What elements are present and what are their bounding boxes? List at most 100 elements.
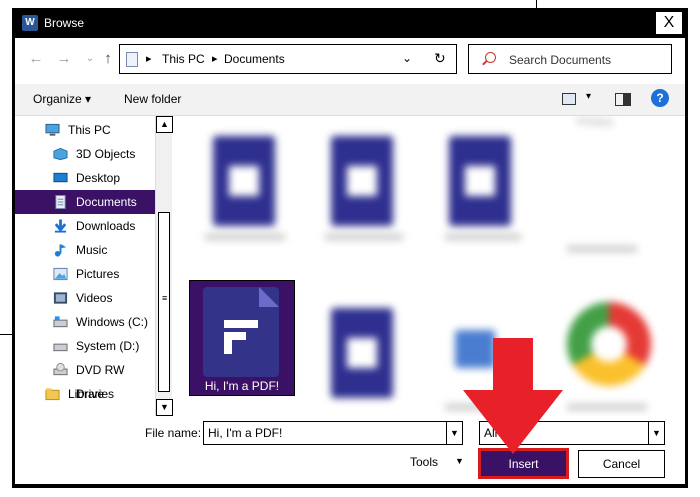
drive-icon <box>53 316 68 328</box>
pdf-file-icon <box>203 287 279 377</box>
dvd-drive-icon <box>53 363 68 376</box>
sidebar-item-pictures[interactable]: Pictures <box>15 262 155 286</box>
chevron-down-icon[interactable]: ▼ <box>648 422 664 444</box>
sidebar-item-videos[interactable]: Videos <box>15 286 155 310</box>
sidebar-item-label: Videos <box>76 291 113 305</box>
insert-button-label: Insert <box>508 457 539 471</box>
chevron-down-icon[interactable]: ▾ <box>586 91 591 102</box>
sidebar-item-downloads[interactable]: Downloads <box>15 214 155 238</box>
file-name-label: File name: <box>145 426 202 440</box>
blurred-label: Privacy <box>577 116 614 128</box>
pictures-icon <box>53 267 68 281</box>
scroll-up-icon[interactable]: ▲ <box>156 116 173 133</box>
recent-locations-icon[interactable]: ⌄ <box>81 50 99 68</box>
sidebar-item-windows-c[interactable]: Windows (C:) <box>15 310 155 334</box>
forward-icon[interactable]: → <box>55 50 73 68</box>
sidebar-item-label: System (D:) <box>76 339 140 353</box>
cancel-button-label: Cancel <box>602 457 641 471</box>
dialog-body: ← → ⌄ ↑ ▸ This PC ▸ Documents ⌄ ↻ Search… <box>15 38 685 484</box>
navigation-pane: This PC 3D Objects Desktop Documents Dow… <box>15 116 173 416</box>
breadcrumb-this-pc[interactable]: This PC <box>162 52 205 66</box>
background-line <box>536 0 537 8</box>
sidebar-item-system-d[interactable]: System (D:) <box>15 334 155 358</box>
breadcrumb-documents[interactable]: Documents <box>224 52 285 66</box>
help-icon[interactable]: ? <box>651 89 669 107</box>
file-name-field[interactable]: Hi, I'm a PDF! ▼ <box>203 421 463 445</box>
sidebar-item-this-pc[interactable]: This PC <box>15 118 155 142</box>
downloads-icon <box>54 219 67 233</box>
file-list: Privacy Hi, I'm a PDF! ▲ ≡ ▼ <box>175 116 665 416</box>
toolbar: Organize ▾ New folder ▾ ? <box>15 84 685 116</box>
preview-pane-icon[interactable] <box>615 93 631 106</box>
new-folder-button[interactable]: New folder <box>124 92 181 106</box>
sidebar-item-label: This PC <box>68 123 111 137</box>
red-arrow-annotation <box>463 338 563 454</box>
organize-button[interactable]: Organize ▾ <box>33 92 91 106</box>
documents-icon <box>55 195 66 209</box>
close-icon: X <box>663 14 675 31</box>
blurred-label <box>567 246 637 252</box>
file-item-blurred[interactable] <box>213 136 275 226</box>
sidebar-item-label: Documents <box>76 195 137 209</box>
organize-label: Organize <box>33 92 82 106</box>
sidebar-item-3d-objects[interactable]: 3D Objects <box>15 142 155 166</box>
sidebar-scrollbar[interactable]: ▲ ≡ ▼ <box>155 116 173 416</box>
background-line <box>0 334 12 335</box>
title-bar: W Browse X <box>12 8 688 38</box>
sidebar-item-music[interactable]: Music <box>15 238 155 262</box>
sidebar-item-libraries[interactable]: Libraries <box>15 382 155 406</box>
refresh-icon[interactable]: ↻ <box>434 50 446 67</box>
file-item-label: Hi, I'm a PDF! <box>204 379 280 393</box>
blurred-label <box>205 234 285 240</box>
search-input[interactable]: Search Documents <box>468 44 672 74</box>
drive-icon <box>53 343 68 352</box>
pdf-glyph-icon <box>224 320 258 354</box>
sidebar-item-label: Music <box>76 243 108 257</box>
file-item-blurred[interactable] <box>449 136 511 226</box>
chevron-right-icon[interactable]: ▸ <box>212 52 218 65</box>
search-icon <box>485 52 496 63</box>
music-icon <box>54 244 67 257</box>
sidebar-item-label: Windows (C:) <box>76 315 149 329</box>
file-item-blurred[interactable] <box>331 308 393 398</box>
tools-button[interactable]: Tools <box>410 455 438 469</box>
cancel-button[interactable]: Cancel <box>578 450 665 478</box>
sidebar-item-label: Libraries <box>68 387 115 401</box>
sidebar-item-documents[interactable]: Documents <box>15 190 155 214</box>
scrollbar-thumb[interactable]: ≡ <box>158 212 170 392</box>
window-title: Browse <box>44 16 85 30</box>
sidebar-item-label: Desktop <box>76 171 121 185</box>
file-name-value: Hi, I'm a PDF! <box>208 426 283 440</box>
3d-objects-icon <box>53 147 68 161</box>
chevron-down-icon[interactable]: ▼ <box>455 456 464 466</box>
file-item-blurred[interactable] <box>331 136 393 226</box>
blurred-label <box>567 404 647 410</box>
word-icon: W <box>22 15 38 31</box>
search-placeholder: Search Documents <box>509 53 612 67</box>
chrome-icon[interactable] <box>567 302 651 386</box>
chevron-down-icon[interactable]: ⌄ <box>402 51 412 65</box>
sidebar-item-label: Pictures <box>76 267 120 281</box>
chevron-down-icon[interactable]: ▼ <box>446 422 462 444</box>
sidebar-item-dvd-rw-drive[interactable]: DVD RW Drive <box>15 358 155 401</box>
file-item-selected[interactable]: Hi, I'm a PDF! <box>189 280 295 396</box>
up-icon[interactable]: ↑ <box>99 50 117 68</box>
computer-icon <box>45 123 60 136</box>
sidebar-item-label: Downloads <box>76 219 136 233</box>
address-bar[interactable]: ▸ This PC ▸ Documents ⌄ ↻ <box>119 44 457 74</box>
view-icon[interactable] <box>562 93 576 105</box>
blurred-label <box>325 234 403 240</box>
sidebar-item-label: 3D Objects <box>76 147 136 161</box>
documents-icon <box>126 52 138 67</box>
chevron-right-icon[interactable]: ▸ <box>146 52 152 65</box>
libraries-icon <box>45 388 60 401</box>
close-button[interactable]: X <box>656 12 682 34</box>
grip-icon: ≡ <box>162 293 168 303</box>
blurred-label <box>445 234 521 240</box>
sidebar-item-desktop[interactable]: Desktop <box>15 166 155 190</box>
videos-icon <box>53 292 68 304</box>
back-icon[interactable]: ← <box>27 50 45 68</box>
scroll-down-icon[interactable]: ▼ <box>156 399 173 416</box>
desktop-icon <box>53 172 68 183</box>
browse-dialog: W Browse X ← → ⌄ ↑ ▸ This PC ▸ Documents… <box>12 8 688 488</box>
